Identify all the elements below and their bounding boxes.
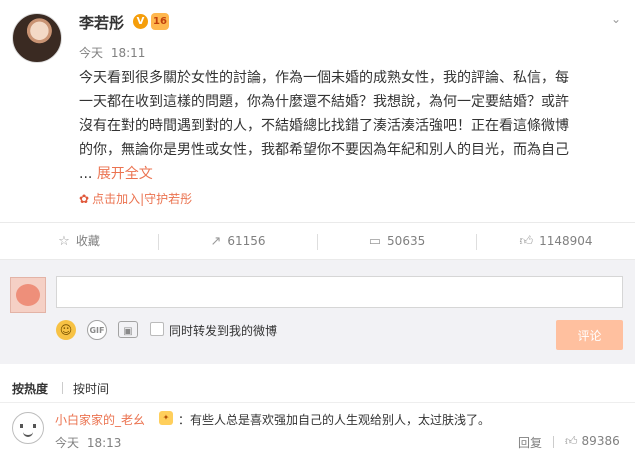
fan-badge-icon: ✦ (159, 411, 173, 425)
post-body: 今天看到很多關於女性的討論，作為一個未婚的成熟女性，我的評論、私信，每 一天都在… (79, 66, 627, 186)
fan-club-label: 点击加入|守护若彤 (92, 192, 193, 206)
thumbs-up-icon: 👍︎ (565, 434, 578, 448)
comment-action-divider (553, 436, 554, 448)
flower-icon: ✿ (79, 192, 90, 206)
comment-sort-bar: 按热度 按时间 (0, 372, 635, 402)
favorite-button[interactable]: ☆ 收藏 (0, 223, 158, 260)
comment-input[interactable] (56, 276, 623, 308)
repost-button[interactable]: ↗ 61156 (159, 223, 317, 260)
submit-comment-button[interactable]: 评论 (556, 320, 623, 350)
ellipsis: ... (79, 166, 93, 182)
weibo-post: 李若彤 V 16 ⌄ 今天 18:11 今天看到很多關於女性的討論，作為一個未婚… (0, 0, 635, 222)
share-icon: ↗ (210, 234, 222, 249)
commenter-name[interactable]: 小白家家的_老幺 (55, 411, 145, 428)
comment-button[interactable]: ▭ 50635 (318, 223, 476, 260)
post-text-line: 今天看到很多關於女性的討論，作為一個未婚的成熟女性，我的評論、私信，每 (79, 70, 569, 86)
thumbs-up-icon: 👍︎ (519, 234, 534, 249)
comment-item: 小白家家的_老幺 ✦ ：有些人总是喜欢强加自己的人生观给别人，太过肤浅了。 今天… (0, 402, 635, 463)
verified-icon: V (133, 14, 148, 29)
comment-icon: ▭ (368, 234, 382, 249)
comment-like-button[interactable]: 👍︎ 89386 (565, 434, 620, 449)
comment-time: 18:13 (86, 436, 122, 450)
image-icon[interactable]: ▣ (118, 321, 138, 338)
repost-checkbox-label: 同时转发到我的微博 (169, 324, 278, 338)
emoji-icon[interactable]: ☺ (56, 320, 76, 340)
comment-day: 今天 (55, 436, 80, 450)
avatar-eyes (20, 424, 36, 428)
post-action-bar: ☆ 收藏 ↗ 61156 ▭ 50635 👍︎ 1148904 (0, 222, 635, 260)
member-level-icon[interactable]: 16 (151, 13, 169, 30)
like-button[interactable]: 👍︎ 1148904 (477, 223, 635, 260)
favorite-label: 收藏 (75, 234, 100, 248)
repost-count: 61156 (227, 234, 266, 248)
comment-like-count: 89386 (581, 434, 620, 448)
reply-button[interactable]: 回复 (518, 434, 542, 451)
author-avatar[interactable] (12, 13, 62, 63)
star-icon: ☆ (58, 234, 70, 249)
like-count: 1148904 (539, 234, 593, 248)
avatar-face (16, 284, 40, 306)
post-time: 18:11 (110, 46, 146, 60)
expand-full-text-link[interactable]: 展开全文 (97, 166, 153, 182)
post-text-line: 的你，無論你是男性或女性，我都希望你不要因為年紀和別人的目光，而為自己 (79, 142, 569, 158)
sort-by-hot-tab[interactable]: 按热度 (12, 380, 48, 397)
post-text-last-line: ... 展开全文 (79, 162, 627, 186)
comment-timestamp: 今天 18:13 (55, 434, 125, 451)
gif-icon[interactable]: GIF (87, 320, 107, 340)
chevron-down-icon[interactable]: ⌄ (608, 12, 624, 28)
fan-club-link[interactable]: ✿ 点击加入|守护若彤 (79, 190, 192, 207)
post-timestamp: 今天 18:11 (79, 44, 149, 61)
comment-count: 50635 (387, 234, 426, 248)
post-text-line: 一天都在收到這樣的問題，你為什麼還不結婚？我想說，為何一定要結婚？或許 (79, 94, 569, 110)
commenter-avatar[interactable] (12, 412, 44, 444)
post-text-line: 沒有在對的時間遇到對的人，不結婚總比找錯了湊活湊活強吧！正在看這條微博 (79, 118, 569, 134)
comment-text: ：有些人总是喜欢强加自己的人生观给别人，太过肤浅了。 (178, 413, 491, 427)
author-name[interactable]: 李若彤 (79, 12, 124, 33)
repost-checkbox[interactable] (150, 322, 164, 336)
my-avatar (10, 277, 46, 313)
avatar-mouth (23, 432, 33, 437)
sort-divider (62, 382, 63, 394)
sort-by-time-tab[interactable]: 按时间 (73, 380, 109, 397)
comment-composer: ☺ GIF ▣ 同时转发到我的微博 评论 (0, 260, 635, 364)
post-day: 今天 (79, 46, 104, 60)
